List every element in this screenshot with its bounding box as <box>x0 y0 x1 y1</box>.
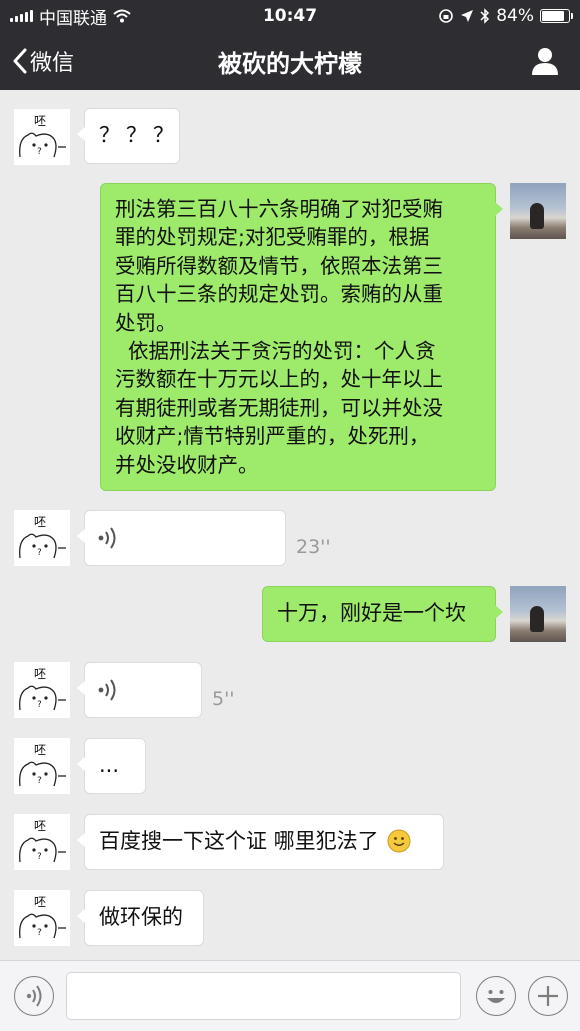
voice-toggle-button[interactable] <box>14 976 54 1016</box>
contact-avatar[interactable]: 呸 ? <box>14 890 70 946</box>
voice-toggle-icon <box>26 984 41 1007</box>
emoji-button[interactable] <box>476 976 516 1016</box>
chat-title: 被砍的大柠檬 <box>218 49 362 78</box>
emoji-icon <box>486 989 505 1003</box>
contact-avatar[interactable]: 呸 ? <box>14 662 70 718</box>
svg-text:呸: 呸 <box>34 743 46 757</box>
message-line: 依据刑法关于贪污的处罚：个人贪 <box>115 339 436 364</box>
svg-text:?: ? <box>37 147 42 157</box>
smile-emoji-icon <box>387 829 411 853</box>
location-icon <box>461 10 474 22</box>
voice-wave-icon <box>98 527 116 549</box>
message-line: 收财产;情节特别严重的，处死刑， <box>115 424 430 449</box>
message-text: 百度搜一下这个证 哪里犯法了 <box>99 829 379 853</box>
seaside-photo-avatar-icon <box>530 203 544 229</box>
message-bubble[interactable]: 十万，刚好是一个坎 <box>262 586 503 642</box>
message-text: 做环保的 <box>99 905 183 929</box>
bear-sticker-avatar-icon: 呸 ? <box>19 515 66 559</box>
contact-avatar[interactable]: 呸 ? <box>14 814 70 870</box>
battery-percent: 84% <box>496 6 534 26</box>
back-label: 微信 <box>30 51 75 76</box>
contact-avatar[interactable]: 呸 ? <box>14 738 70 794</box>
svg-text:?: ? <box>37 928 42 938</box>
plus-icon <box>537 985 558 1006</box>
message-text: ... <box>99 753 120 777</box>
nav-bar: 微信 被砍的大柠檬 <box>0 32 580 90</box>
svg-text:?: ? <box>37 852 42 862</box>
contact-avatar[interactable]: 呸 ? <box>14 510 70 566</box>
orientation-lock-icon <box>439 9 454 23</box>
svg-text:?: ? <box>37 776 42 786</box>
bear-sticker-avatar-icon: 呸 ? <box>19 895 66 939</box>
message-line: 并处没收财产。 <box>115 452 259 477</box>
message-text: ？？？ <box>99 123 180 147</box>
svg-text:?: ? <box>37 700 42 710</box>
bluetooth-icon <box>480 8 490 24</box>
message-bubble[interactable]: 百度搜一下这个证 哪里犯法了 <box>77 814 444 870</box>
voice-duration: 5'' <box>212 688 235 710</box>
bear-sticker-avatar-icon: 呸 ? <box>19 114 66 158</box>
contact-avatar[interactable]: 呸 ? <box>14 109 70 165</box>
svg-text:呸: 呸 <box>34 667 46 681</box>
signal-icon <box>10 10 33 22</box>
svg-text:呸: 呸 <box>34 114 46 128</box>
back-button[interactable]: 微信 <box>12 32 74 90</box>
message-bubble-legal-text[interactable]: 刑法第三百八十六条明确了对犯受贿 罪的处罚规定;对犯受贿罪的，根据 受贿所得数额… <box>100 183 503 491</box>
message-text: 十万，刚好是一个坎 <box>277 601 466 625</box>
input-bar <box>0 960 580 1031</box>
seaside-photo-avatar-icon <box>530 606 544 632</box>
svg-text:呸: 呸 <box>34 895 46 909</box>
wifi-icon <box>113 9 131 23</box>
svg-text:?: ? <box>37 548 42 558</box>
message-line: 处罚。 <box>115 310 177 335</box>
my-avatar[interactable] <box>510 183 566 239</box>
bear-sticker-avatar-icon: 呸 ? <box>19 743 66 787</box>
my-avatar[interactable] <box>510 586 566 642</box>
message-bubble[interactable]: ？？？ <box>77 108 180 164</box>
voice-message-bubble[interactable] <box>77 510 286 566</box>
chevron-left-icon <box>13 48 27 74</box>
message-line: 有期徒刑或者无期徒刑，可以并处没 <box>115 395 443 420</box>
message-bubble[interactable]: 做环保的 <box>77 890 204 946</box>
voice-message-bubble[interactable] <box>77 662 202 718</box>
bear-sticker-avatar-icon: 呸 ? <box>19 819 66 863</box>
message-line: 罪的处罚规定;对犯受贿罪的，根据 <box>115 225 430 250</box>
svg-text:呸: 呸 <box>34 819 46 833</box>
voice-duration: 23'' <box>296 536 331 558</box>
battery-fill <box>542 11 564 21</box>
message-line: 受贿所得数额及情节，依照本法第三 <box>115 253 443 278</box>
profile-icon[interactable] <box>530 46 560 76</box>
status-time: 10:47 <box>262 6 318 26</box>
message-bubble[interactable]: ... <box>77 738 146 794</box>
status-bar: 中国联通 10:47 84% <box>0 0 580 32</box>
message-line: 污数额在十万元以上的，处十年以上 <box>115 367 443 392</box>
message-line: 百八十三条的规定处罚。索贿的从重 <box>115 282 443 307</box>
message-line: 刑法第三百八十六条明确了对犯受贿 <box>115 197 443 221</box>
carrier-name: 中国联通 <box>39 8 107 29</box>
message-input[interactable] <box>66 972 461 1020</box>
bear-sticker-avatar-icon: 呸 ? <box>19 667 66 711</box>
more-button[interactable] <box>528 976 568 1016</box>
voice-wave-icon <box>98 679 116 701</box>
battery-icon <box>540 9 573 23</box>
svg-text:呸: 呸 <box>34 515 46 529</box>
chat-area[interactable]: 呸 ? ？？？ 刑法第三百八十六条明确了对犯受贿 罪的处罚规定;对犯受贿罪的，根… <box>0 90 580 960</box>
